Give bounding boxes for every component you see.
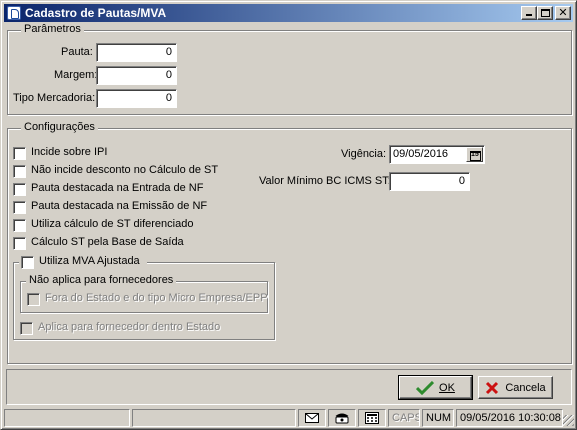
- minimize-button[interactable]: [521, 6, 537, 20]
- nao-incide-desconto-label: Não incide desconto no Cálculo de ST: [31, 164, 219, 176]
- valor-minimo-label: Valor Mínimo BC ICMS ST:: [259, 175, 391, 187]
- margem-label: Margem:: [54, 69, 98, 81]
- window-title: Cadastro de Pautas/MVA: [25, 6, 167, 20]
- vigencia-value: 09/05/2016: [393, 148, 449, 160]
- cancel-button[interactable]: Cancela: [478, 376, 553, 399]
- utiliza-mva-ajustada-label: Utiliza MVA Ajustada: [39, 255, 140, 267]
- pauta-emissao-label: Pauta destacada na Emissão de NF: [31, 200, 208, 212]
- maximize-button[interactable]: [537, 6, 553, 20]
- phone-icon: [335, 413, 349, 424]
- calculo-st-base-saida-checkbox[interactable]: [13, 237, 26, 250]
- fora-estado-checkbox[interactable]: [27, 293, 40, 306]
- nao-incide-desconto-checkbox[interactable]: [13, 165, 26, 178]
- tipo-mercadoria-input[interactable]: 0: [96, 89, 177, 108]
- valor-minimo-input[interactable]: 0: [389, 172, 470, 191]
- calendar-icon[interactable]: [466, 147, 483, 162]
- minimize-icon: [526, 14, 532, 16]
- close-button[interactable]: ✕: [555, 6, 571, 20]
- status-datetime: 09/05/2016 10:30:08: [456, 409, 563, 427]
- incide-ipi-checkbox[interactable]: [13, 147, 26, 160]
- cancel-label: Cancela: [505, 381, 546, 394]
- vigencia-input[interactable]: 09/05/2016: [389, 145, 485, 164]
- status-panel-1: [4, 409, 130, 427]
- pauta-entrada-label: Pauta destacada na Entrada de NF: [31, 182, 204, 194]
- mail-icon: [305, 413, 319, 423]
- pauta-label: Pauta:: [61, 46, 93, 58]
- vigencia-label: Vigência:: [341, 148, 387, 160]
- tipo-mercadoria-label: Tipo Mercadoria:: [13, 92, 96, 104]
- resize-grip-icon[interactable]: [563, 415, 574, 426]
- status-phone[interactable]: [328, 409, 356, 427]
- maximize-icon: [541, 9, 550, 17]
- status-panel-2: [132, 409, 296, 427]
- fora-estado-label: Fora do Estado e do tipo Micro Empresa/E…: [45, 292, 268, 304]
- calculator-icon: [365, 412, 379, 424]
- calculo-st-base-saida-label: Cálculo ST pela Base de Saída: [31, 236, 184, 248]
- status-mail[interactable]: [298, 409, 326, 427]
- title-bar[interactable]: Cadastro de Pautas/MVA ✕: [4, 4, 573, 22]
- calculo-st-diferenciado-label: Utiliza cálculo de ST diferenciado: [31, 218, 194, 230]
- app-icon[interactable]: [7, 6, 21, 20]
- configuracoes-legend: Configurações: [21, 121, 98, 133]
- pauta-emissao-checkbox[interactable]: [13, 201, 26, 214]
- aplica-dentro-estado-checkbox[interactable]: [20, 322, 33, 335]
- close-icon: ✕: [558, 7, 568, 19]
- calculo-st-diferenciado-checkbox[interactable]: [13, 219, 26, 232]
- window: Cadastro de Pautas/MVA ✕ Parâmetros Paut…: [0, 0, 577, 430]
- ok-label: OK: [439, 381, 455, 394]
- ok-button[interactable]: OK: [398, 375, 473, 400]
- status-bar: CAPS NUM 09/05/2016 10:30:08: [4, 407, 575, 427]
- x-icon: [486, 381, 499, 394]
- parametros-legend: Parâmetros: [21, 23, 84, 35]
- nao-aplica-legend: Não aplica para fornecedores: [26, 274, 177, 286]
- aplica-dentro-estado-label: Aplica para fornecedor dentro Estado: [38, 321, 221, 333]
- incide-ipi-label: Incide sobre IPI: [31, 146, 108, 158]
- status-calculator[interactable]: [358, 409, 386, 427]
- pauta-entrada-checkbox[interactable]: [13, 183, 26, 196]
- status-caps: CAPS: [388, 409, 420, 427]
- utiliza-mva-ajustada-checkbox[interactable]: [21, 256, 34, 269]
- checkmark-icon: [416, 380, 435, 395]
- status-num: NUM: [422, 409, 454, 427]
- pauta-input[interactable]: 0: [96, 43, 177, 62]
- margem-input[interactable]: 0: [96, 66, 177, 85]
